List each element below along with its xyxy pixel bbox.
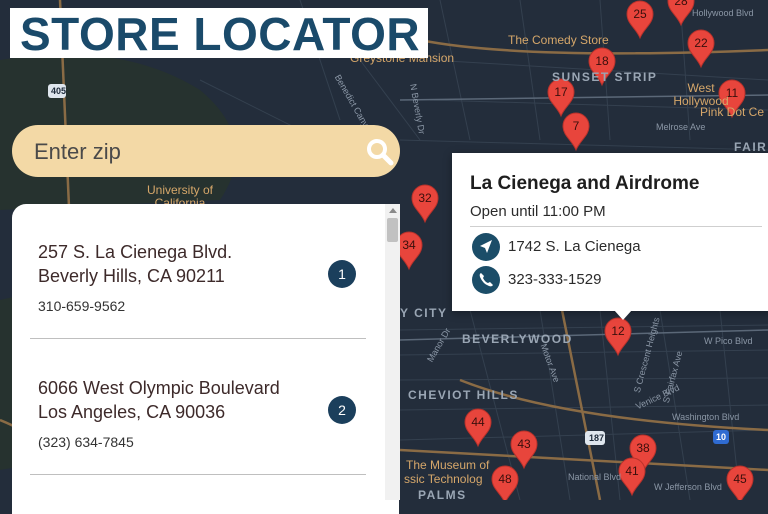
map-marker-label: 41 [625, 464, 639, 478]
zip-search-input[interactable] [32, 135, 336, 169]
store-divider [30, 338, 366, 339]
map-label-w-pico: W Pico Blvd [704, 336, 753, 346]
store-info-popup: La Cienega and Airdrome Open until 11:00… [452, 153, 768, 320]
store-address-line1: 6066 West Olympic Boulevard [38, 378, 280, 398]
store-number-badge: 1 [328, 260, 356, 288]
map-marker-label: 7 [573, 119, 580, 133]
navigation-arrow-icon[interactable] [472, 233, 500, 261]
popup-store-hours: Open until 11:00 PM [470, 203, 606, 220]
store-list-panel: 257 S. La Cienega Blvd. Beverly Hills, C… [12, 204, 399, 514]
phone-icon[interactable] [472, 266, 500, 294]
map-marker-label: 34 [402, 238, 416, 252]
popup-pointer [614, 310, 632, 320]
map-label-museum-line1: The Museum of [406, 458, 490, 472]
map-label-pink-dot: Pink Dot Ce [700, 105, 765, 119]
map-label-washington: Washington Blvd [672, 412, 740, 422]
highway-10: 10 [716, 432, 727, 442]
map-label-jefferson: W Jefferson Blvd [654, 482, 722, 492]
scroll-up-arrow-icon[interactable] [389, 208, 397, 213]
store-divider [30, 474, 366, 475]
highway-405: 405 [51, 86, 67, 96]
popup-store-address[interactable]: 1742 S. La Cienega [508, 238, 641, 255]
highway-187: 187 [589, 433, 605, 443]
store-phone: (323) 634-7845 [38, 434, 134, 450]
map-label-melrose: Melrose Ave [656, 122, 706, 132]
map-marker-label: 44 [471, 415, 485, 429]
map-label-cheviot-hills: CHEVIOT HILLS [408, 388, 519, 402]
map-label-beverlywood: BEVERLYWOOD [462, 332, 573, 346]
store-list-item-2[interactable]: 6066 West Olympic Boulevard Los Angeles,… [12, 376, 384, 510]
map-label-fair: FAIR [734, 140, 768, 154]
map-marker-label: 17 [554, 85, 568, 99]
map-marker-label: 38 [636, 441, 650, 455]
map-marker-label: 22 [694, 36, 708, 50]
store-list-scrollbar[interactable] [385, 204, 400, 500]
store-address-line2: Los Angeles, CA 90036 [38, 402, 226, 422]
title-banner: STORE LOCATOR [10, 8, 428, 58]
zip-search-bar [12, 125, 400, 177]
map-marker-label: 25 [633, 7, 647, 21]
map-marker-label: 18 [595, 54, 609, 68]
map-label-national: National Blvd [568, 472, 622, 482]
page-title: STORE LOCATOR [20, 8, 421, 60]
map-label-hollywood-blvd: Hollywood Blvd [692, 8, 754, 18]
store-list-item-1[interactable]: 257 S. La Cienega Blvd. Beverly Hills, C… [12, 240, 384, 374]
map-marker-label: 12 [611, 324, 625, 338]
map-marker-label: 32 [418, 191, 432, 205]
popup-store-name: La Cienega and Airdrome [470, 173, 700, 194]
popup-store-phone[interactable]: 323-333-1529 [508, 271, 601, 288]
map-marker-label: 28 [674, 0, 688, 8]
search-icon[interactable] [366, 138, 394, 166]
map-label-beverly-city: Y CITY [400, 306, 448, 320]
map-marker-label: 43 [517, 437, 531, 451]
store-address-line1: 257 S. La Cienega Blvd. [38, 242, 233, 262]
map-marker-label: 48 [498, 472, 512, 486]
map-label-sunset-strip: SUNSET STRIP [552, 70, 658, 84]
store-number-badge: 2 [328, 396, 356, 424]
store-phone: 310-659-9562 [38, 298, 126, 314]
map-marker-label: 45 [733, 472, 747, 486]
popup-divider [470, 226, 762, 227]
map-label-museum-line2: ssic Technolog [404, 472, 483, 486]
scroll-thumb[interactable] [387, 218, 398, 242]
store-address-line2: Beverly Hills, CA 90211 [38, 266, 225, 286]
map-label-comedy-store: The Comedy Store [508, 33, 609, 47]
